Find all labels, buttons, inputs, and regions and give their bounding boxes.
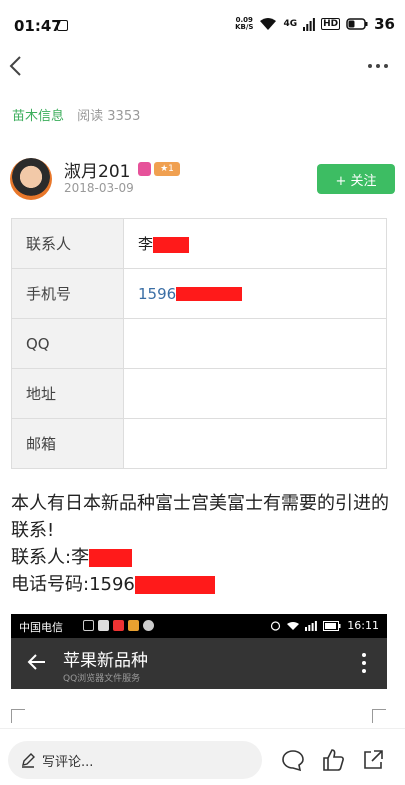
follow-label: + 关注 [335,173,377,189]
table-row: 邮箱 [11,418,387,469]
redaction-mark [134,576,215,594]
redaction-mark [153,236,190,253]
battery-icon [323,620,341,631]
more-vertical-icon [362,653,366,673]
embedded-title: 苹果新品种 [63,651,148,671]
battery-level: 36 [374,15,395,33]
wifi-icon [260,18,277,30]
embedded-carrier: 中国电信 [19,621,63,634]
level-badge: ★1 [154,162,180,176]
contact-key: QQ [11,318,124,369]
category-link[interactable]: 苗木信息 [12,109,64,124]
app-icon [98,620,109,631]
app-icon [83,620,94,631]
table-row: 手机号 1596 [11,268,387,319]
status-bar: 01:47 0.09 KB/S 4G HD 36 [0,0,405,46]
read-count: 阅读 3353 [77,109,141,124]
contact-key: 手机号 [11,268,124,319]
network-label: 4G [283,19,298,29]
article-meta: 苗木信息 阅读 3353 [12,105,140,124]
battery-icon [346,18,368,30]
avatar[interactable] [10,158,52,200]
embedded-time: 16:11 [347,619,379,632]
table-row: 联系人 李 [11,218,387,269]
hd-label: HD [321,18,341,30]
embedded-title-bar: 苹果新品种 QQ浏览器文件服务 [11,638,387,689]
app-icon [143,620,154,631]
phone-link[interactable]: 1596 [123,268,387,319]
signal-icon [305,620,318,631]
share-icon[interactable] [360,747,386,773]
like-icon[interactable] [320,747,346,773]
app-notification-icon [57,20,68,31]
alarm-icon [271,621,281,631]
redaction-mark [89,549,133,567]
chevron-left-icon[interactable] [4,50,32,82]
contact-key: 地址 [11,368,124,419]
contact-value [123,418,387,469]
top-nav [0,46,405,86]
follow-button[interactable]: + 关注 [317,164,395,194]
verified-badge-icon [138,162,151,176]
net-speed: 0.09 KB/S [235,16,254,31]
embedded-status-right: 16:11 [270,619,379,632]
table-row: QQ [11,318,387,369]
app-icon [128,620,139,631]
contact-value [123,318,387,369]
status-time: 01:47 [14,17,62,35]
author-row: 淑月201 ★1 2018-03-09 + 关注 [10,155,395,205]
bottom-action-bar: 写评论... [0,728,405,785]
table-row: 地址 [11,368,387,419]
more-horizontal-icon[interactable] [365,54,391,78]
contact-value: 李 [123,218,387,269]
contact-table: 联系人 李 手机号 1596 QQ 地址 邮箱 [11,218,387,469]
signal-icon [303,17,316,31]
embedded-subtitle: QQ浏览器文件服务 [63,674,141,684]
author-name[interactable]: 淑月201 [64,157,130,182]
wifi-icon [287,621,300,630]
comment-input[interactable]: 写评论... [8,741,262,779]
status-icons: 0.09 KB/S 4G HD 36 [235,15,395,33]
arrow-left-icon [27,654,45,670]
embedded-screenshot[interactable]: 中国电信 16:11 苹果新品种 QQ浏览器文件服务 [11,614,387,689]
comment-placeholder: 写评论... [42,754,94,770]
post-phone-line: 电话号码:1596 [11,571,391,598]
contact-key: 邮箱 [11,418,124,469]
post-body: 本人有日本新品种富士宫美富士有需要的引进的联系! 联系人:李 电话号码:1596 [11,490,391,598]
redaction-mark [176,287,243,301]
image-corner-right [372,709,386,723]
contact-key: 联系人 [11,218,124,269]
post-contact-line: 联系人:李 [11,544,391,571]
comment-icon[interactable] [280,747,306,773]
pencil-icon [22,753,35,768]
app-icon [113,620,124,631]
image-corner-left [11,709,25,723]
embedded-notification-icons [83,620,154,631]
contact-value [123,368,387,419]
embedded-status-bar: 中国电信 16:11 [11,614,387,638]
post-date: 2018-03-09 [64,181,134,195]
post-text: 本人有日本新品种富士宫美富士有需要的引进的联系! [11,493,389,541]
